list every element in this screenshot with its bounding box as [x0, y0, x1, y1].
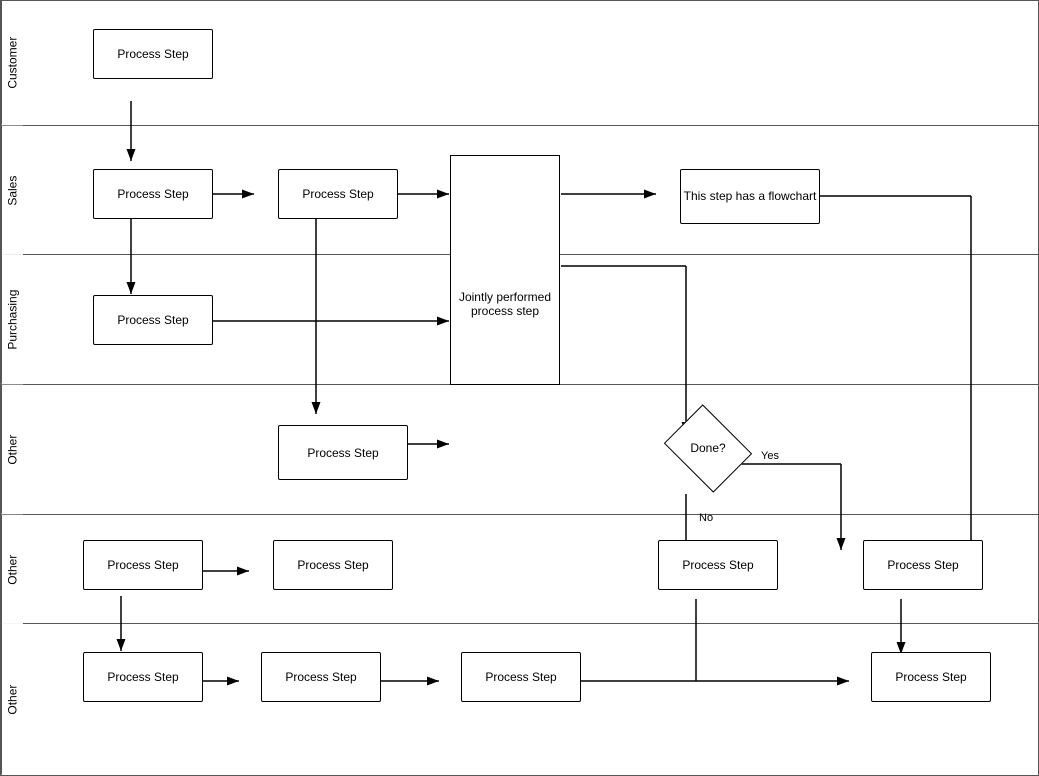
process-box-o3-2: Process Step: [261, 652, 381, 702]
process-box-o2-3: Process Step: [658, 540, 778, 590]
diamond-done: Done?: [668, 418, 748, 478]
shared-box-sales-purchasing: [450, 155, 560, 385]
lane-other-1: Other Process Step Done?: [1, 385, 1038, 515]
lane-label-customer: Customer: [1, 1, 23, 125]
lane-content-customer: Process Step: [23, 1, 1038, 125]
process-box-c1: Process Step: [93, 29, 213, 79]
lane-label-purchasing: Purchasing: [1, 255, 23, 384]
process-box-o2-1: Process Step: [83, 540, 203, 590]
process-box-o2-2: Process Step: [273, 540, 393, 590]
process-box-o2-4: Process Step: [863, 540, 983, 590]
process-box-p1: Process Step: [93, 295, 213, 345]
process-box-s-flowchart: This step has a flowchart: [680, 169, 820, 224]
lane-label-other-2: Other: [1, 515, 23, 624]
process-box-s2: Process Step: [278, 169, 398, 219]
process-box-o3-4: Process Step: [871, 652, 991, 702]
lane-other-3: Other Process Step Process Step Process …: [1, 624, 1038, 775]
diamond-label: Done?: [690, 441, 725, 455]
flowchart-diagram: Yes No Customer Process Step Sales Proce…: [0, 0, 1039, 776]
lane-customer: Customer Process Step: [1, 1, 1038, 126]
process-box-o3-1: Process Step: [83, 652, 203, 702]
lane-content-other-3: Process Step Process Step Process Step P…: [23, 624, 1038, 775]
process-box-o1: Process Step: [278, 425, 408, 480]
process-box-s1: Process Step: [93, 169, 213, 219]
lane-content-other-1: Process Step Done?: [23, 385, 1038, 514]
process-box-o3-3: Process Step: [461, 652, 581, 702]
lane-label-sales: Sales: [1, 126, 23, 255]
lane-label-other-1: Other: [1, 385, 23, 514]
lane-content-other-2: Process Step Process Step Process Step P…: [23, 515, 1038, 624]
lane-label-other-3: Other: [1, 624, 23, 775]
lane-other-2: Other Process Step Process Step Process …: [1, 515, 1038, 625]
